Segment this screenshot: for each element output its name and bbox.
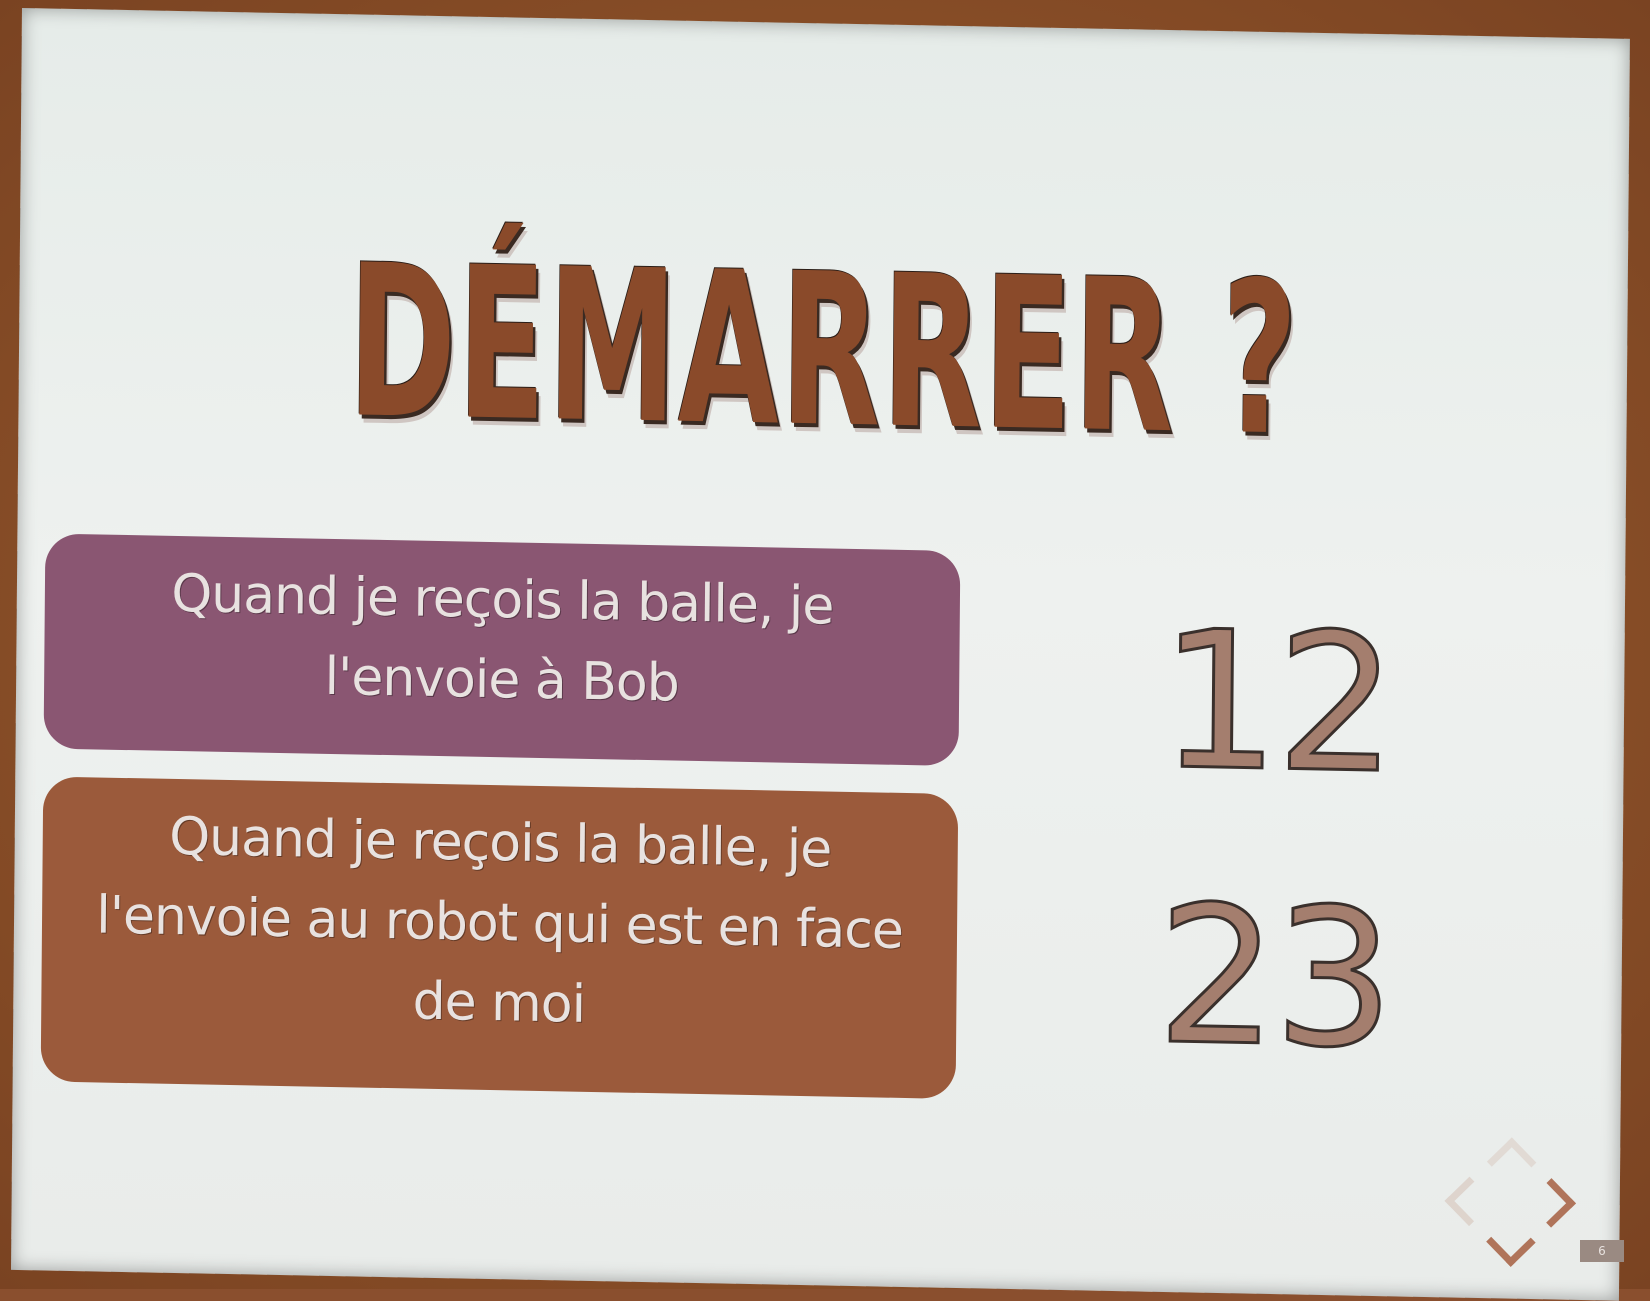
chevron-left-icon[interactable] xyxy=(1444,1176,1495,1227)
vote-count-robot-en-face: 23 xyxy=(1154,863,1393,1091)
slide-title: DÉMARRER ? xyxy=(346,219,1300,483)
slide-navigation-controls xyxy=(1441,1135,1582,1278)
option-box-bob[interactable]: Quand je reçois la balle, je l'envoie à … xyxy=(43,533,961,767)
option-box-robot-en-face[interactable]: Quand je reçois la balle, je l'envoie au… xyxy=(40,776,959,1099)
chevron-down-icon[interactable] xyxy=(1486,1217,1536,1267)
projected-slide: DÉMARRER ? Quand je reçois la balle, je … xyxy=(10,8,1630,1301)
vote-count-bob: 12 xyxy=(1157,588,1396,816)
chevron-up-icon[interactable] xyxy=(1486,1137,1537,1187)
chevron-right-icon[interactable] xyxy=(1526,1178,1577,1228)
slide-number-badge: 6 xyxy=(1580,1240,1624,1262)
